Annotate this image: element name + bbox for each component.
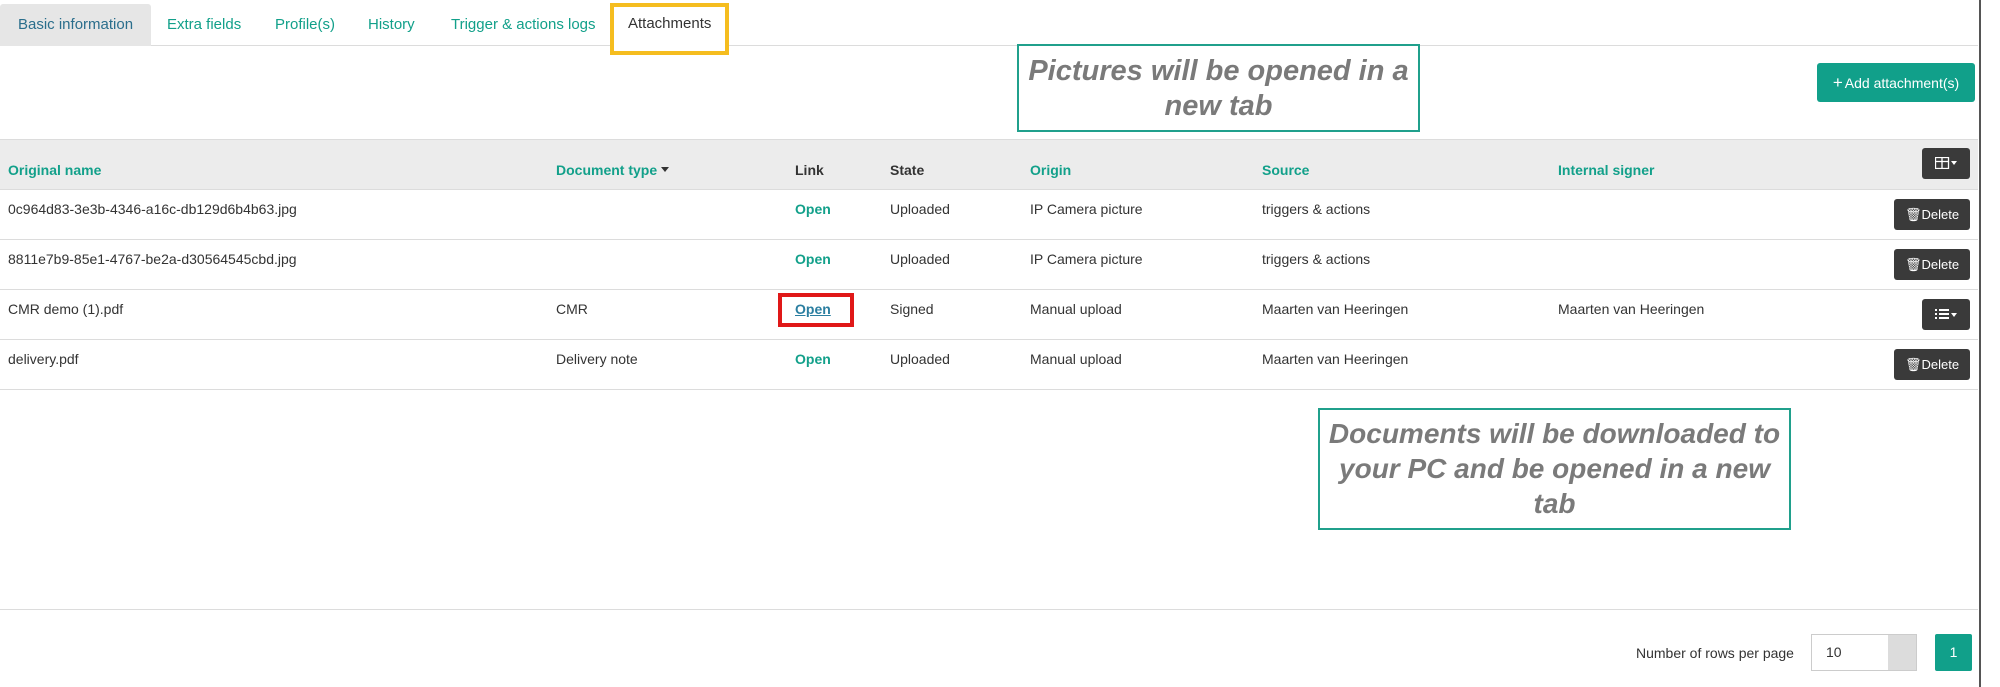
tab-bar: Basic information Extra fields Profile(s… (0, 0, 1978, 55)
delete-button[interactable]: 🗑Delete (1894, 349, 1970, 380)
trash-icon: 🗑 (1904, 357, 1922, 372)
cell-origin: IP Camera picture (1030, 251, 1143, 267)
caret-down-icon (661, 167, 670, 172)
cell-source: triggers & actions (1262, 251, 1371, 267)
add-attachment-button[interactable]: + Add attachment(s) (1817, 63, 1975, 102)
cell-origin: IP Camera picture (1030, 201, 1143, 217)
col-document-type-label: Document type (556, 162, 658, 178)
tab-profiles[interactable]: Profile(s) (257, 4, 353, 46)
row-actions-menu-button[interactable] (1922, 299, 1970, 330)
tab-trigger-actions-logs[interactable]: Trigger & actions logs (433, 4, 614, 46)
add-attachment-label: Add attachment(s) (1844, 75, 1960, 91)
attachments-table: Original name Document type Link State O… (0, 139, 1978, 390)
cell-original-name: delivery.pdf (8, 351, 79, 367)
list-menu-icon (1935, 309, 1957, 319)
open-link[interactable]: Open (795, 201, 831, 217)
footer-divider (0, 609, 1978, 610)
column-chooser-button[interactable] (1922, 148, 1970, 179)
cell-source: triggers & actions (1262, 201, 1371, 217)
cell-original-name: 0c964d83-3e3b-4346-a16c-db129d6b4b63.jpg (8, 201, 297, 217)
open-link[interactable]: Open (795, 251, 831, 267)
cell-original-name: 8811e7b9-85e1-4767-be2a-d30564545cbd.jpg (8, 251, 297, 267)
cell-state: Uploaded (890, 201, 950, 217)
callout-pictures: Pictures will be opened in a new tab (1017, 44, 1420, 132)
cell-origin: Manual upload (1030, 351, 1122, 367)
table-columns-icon (1934, 156, 1957, 170)
tab-attachments[interactable]: Attachments (610, 3, 730, 55)
trash-icon: 🗑 (1904, 207, 1922, 222)
col-original-name[interactable]: Original name (8, 162, 101, 178)
open-link[interactable]: Open (795, 301, 831, 317)
cell-document-type: Delivery note (556, 351, 638, 367)
callout-documents: Documents will be downloaded to your PC … (1318, 408, 1791, 530)
cell-state: Uploaded (890, 251, 950, 267)
col-origin[interactable]: Origin (1030, 162, 1071, 178)
delete-label: Delete (1921, 207, 1960, 222)
tab-basic-information[interactable]: Basic information (0, 4, 152, 46)
trash-icon: 🗑 (1904, 257, 1922, 272)
tab-extra-fields[interactable]: Extra fields (149, 4, 259, 46)
cell-original-name: CMR demo (1).pdf (8, 301, 124, 317)
col-internal-signer[interactable]: Internal signer (1558, 162, 1654, 178)
cell-source: Maarten van Heeringen (1262, 351, 1409, 367)
table-header: Original name Document type Link State O… (0, 139, 1978, 190)
select-arrow[interactable] (1888, 635, 1916, 670)
col-source[interactable]: Source (1262, 162, 1309, 178)
table-row: 8811e7b9-85e1-4767-be2a-d30564545cbd.jpg… (0, 240, 1978, 290)
col-link: Link (795, 162, 824, 178)
plus-icon: + (1832, 73, 1843, 92)
cell-source: Maarten van Heeringen (1262, 301, 1409, 317)
cell-document-type: CMR (556, 301, 588, 317)
col-document-type[interactable]: Document type (556, 162, 670, 178)
table-row: CMR demo (1).pdf CMR Open Signed Manual … (0, 290, 1978, 340)
tab-history[interactable]: History (350, 4, 433, 46)
delete-button[interactable]: 🗑Delete (1894, 249, 1970, 280)
scrollbar[interactable] (1979, 0, 1981, 687)
rows-per-page-select[interactable]: 10 (1811, 634, 1917, 671)
open-link[interactable]: Open (795, 351, 831, 367)
rows-per-page-label: Number of rows per page (1636, 645, 1794, 661)
delete-button[interactable]: 🗑Delete (1894, 199, 1970, 230)
page-button-current[interactable]: 1 (1935, 634, 1972, 671)
col-state: State (890, 162, 925, 178)
cell-internal-signer: Maarten van Heeringen (1558, 301, 1705, 317)
cell-state: Signed (890, 301, 934, 317)
rows-per-page-value: 10 (1826, 644, 1842, 660)
delete-label: Delete (1921, 357, 1960, 372)
table-row: delivery.pdf Delivery note Open Uploaded… (0, 340, 1978, 390)
table-row: 0c964d83-3e3b-4346-a16c-db129d6b4b63.jpg… (0, 190, 1978, 240)
cell-state: Uploaded (890, 351, 950, 367)
delete-label: Delete (1921, 257, 1960, 272)
cell-origin: Manual upload (1030, 301, 1122, 317)
